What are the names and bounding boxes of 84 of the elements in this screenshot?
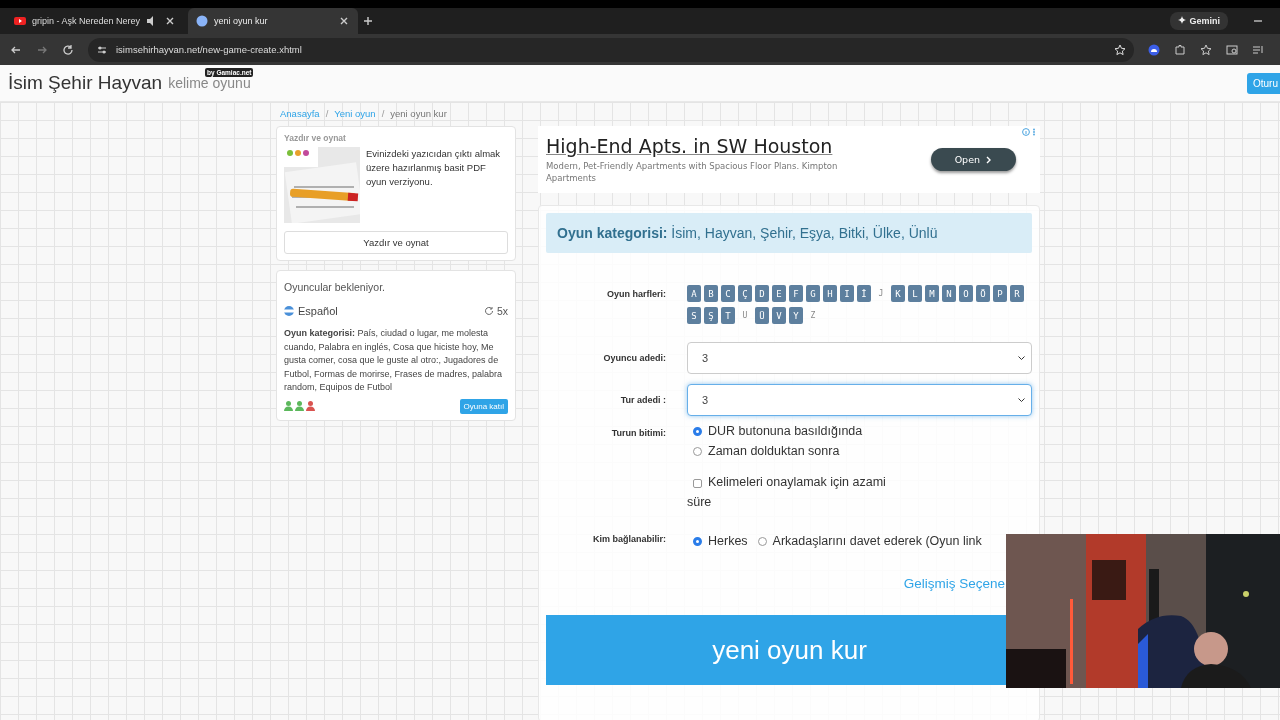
favorites-icon[interactable] [1200, 43, 1212, 56]
bookmark-star-icon[interactable] [1114, 43, 1126, 56]
card-title: Oyuncular bekleniyor. [284, 281, 386, 293]
advanced-options-link[interactable]: Gelişmiş Seçene [903, 576, 1005, 592]
refresh-icon [483, 306, 494, 316]
chevron-icon [986, 155, 992, 164]
ad-text: Modern, Pet-Friendly Apartments with Spacious Floor Plans. Kimpton Apartments [546, 160, 839, 185]
letter-toggle[interactable]: K [891, 285, 905, 303]
letter-toggle[interactable]: D [755, 285, 769, 303]
checkbox-label[interactable]: Kelimeleri onaylamak için azami süre [687, 472, 912, 513]
caret-icon [1018, 355, 1025, 361]
letter-toggle[interactable]: Ç [738, 285, 752, 303]
letter-toggle[interactable]: İ [857, 285, 871, 303]
browser-tab[interactable]: yeni oyun kur [188, 8, 359, 34]
letter-toggle[interactable]: F [789, 285, 803, 303]
flag-icon [284, 306, 294, 316]
letter-toggle[interactable]: B [704, 285, 718, 303]
create-game-button[interactable]: yeni oyun kur [546, 615, 1006, 686]
letter-toggle[interactable]: Z [806, 307, 820, 325]
letter-toggle[interactable]: U [738, 307, 752, 325]
card-title: Yazdır ve oynat [284, 133, 347, 143]
ad-headline[interactable]: High-End Apts. in SW Houston [546, 135, 931, 158]
breadcrumb-link[interactable]: Anasayfa [280, 108, 320, 119]
radio-button[interactable] [693, 426, 702, 436]
round-count: 5x [496, 305, 508, 317]
field-label: Oyuncu adedi: [602, 352, 666, 366]
letter-toggle[interactable]: Ö [976, 285, 990, 303]
site-title[interactable]: İsim Şehir Hayvan [8, 72, 163, 94]
letter-toggle[interactable]: Y [789, 307, 803, 325]
checkbox[interactable] [693, 478, 702, 488]
letter-toggle[interactable]: O [959, 285, 973, 303]
option-label[interactable]: Zaman dolduktan sonra [708, 444, 840, 459]
field-label: Tur adedi : [619, 394, 666, 408]
letter-toggle[interactable]: C [721, 285, 735, 303]
sparkle-icon [1178, 16, 1187, 24]
login-button[interactable]: Oturu [1247, 73, 1280, 94]
letter-toggle[interactable]: E [772, 285, 786, 303]
letter-toggle[interactable]: J [874, 285, 888, 303]
breadcrumb-separator: / [381, 108, 385, 119]
address-bar[interactable]: isimsehirhayvan.net/new-game-create.xhtml [116, 44, 302, 55]
player-count-select[interactable]: 3 [687, 342, 1032, 375]
join-button[interactable]: Oyuna katıl [459, 398, 508, 414]
extension-icon[interactable] [1148, 43, 1160, 56]
letter-toggle[interactable]: V [772, 307, 786, 325]
caret-icon [1018, 397, 1025, 403]
breadcrumb-current: yeni oyun kur [390, 108, 447, 119]
letter-toggle[interactable]: Ü [755, 307, 769, 325]
screenshot-icon[interactable] [1226, 43, 1238, 56]
game-categories: Oyun kategorisi: País, ciudad o lugar, me molesta cuando, Palabra en inglés, Cosa que hiciste hoy, Me gusta comer, cosa que le guste al otro:, Jugadores de Futbol, Formas de morirse, Frases de madres, palabra random, Equipos de Futbol [284, 327, 504, 395]
letter-toggle[interactable]: G [806, 285, 820, 303]
breadcrumb-separator: / [325, 108, 329, 119]
media-icon[interactable] [1252, 43, 1264, 56]
letter-toggle[interactable]: I [840, 285, 854, 303]
radio-button[interactable] [693, 536, 702, 546]
letter-toggle[interactable]: R [1010, 285, 1024, 303]
letter-toggle[interactable]: A [687, 285, 701, 303]
category-alert: Oyun kategorisi: İsim, Hayvan, Şehir, Eşya, Bitki, Ülke, Ünlü [546, 213, 1032, 254]
breadcrumb-link[interactable]: Yeni oyun [334, 108, 376, 119]
option-label[interactable]: Herkes [708, 534, 748, 549]
letter-toggle[interactable]: N [942, 285, 956, 303]
print-description: Evinizdeki yazıcıdan çıktı almak üzere hazırlanmış basit PDF oyun verziyonu. [366, 147, 502, 189]
ad-open-button[interactable]: Open [930, 148, 1016, 172]
print-button[interactable]: Yazdır ve oynat [284, 231, 508, 254]
radio-button[interactable] [693, 446, 702, 456]
radio-button[interactable] [757, 536, 767, 546]
gemini-button[interactable]: Gemini [1170, 12, 1228, 30]
field-label: Kim bağlanabilir: [592, 534, 666, 547]
letter-toggle[interactable]: P [993, 285, 1007, 303]
letter-toggle[interactable]: S [687, 307, 701, 325]
option-label[interactable]: DUR butonuna basıldığında [708, 424, 863, 439]
letter-toggle[interactable]: H [823, 285, 837, 303]
play-icon [14, 15, 26, 27]
game-language: Español [298, 305, 338, 317]
letter-toggle[interactable]: M [925, 285, 939, 303]
browser-tab[interactable]: gripin - Aşk Nereden Nerey [6, 8, 185, 34]
option-label[interactable]: Arkadaşlarını davet ederek (Oyun link [772, 534, 982, 549]
letter-toggle[interactable]: L [908, 285, 922, 303]
round-count-select[interactable]: 3 [687, 384, 1032, 417]
field-label: Oyun harfleri: [606, 288, 666, 302]
field-label: Turun bitimi: [610, 427, 666, 441]
new-tab-icon[interactable] [362, 15, 375, 27]
letter-toggle[interactable]: Ş [704, 307, 718, 325]
reload-icon[interactable] [62, 43, 74, 56]
letter-toggle[interactable]: T [721, 307, 735, 325]
